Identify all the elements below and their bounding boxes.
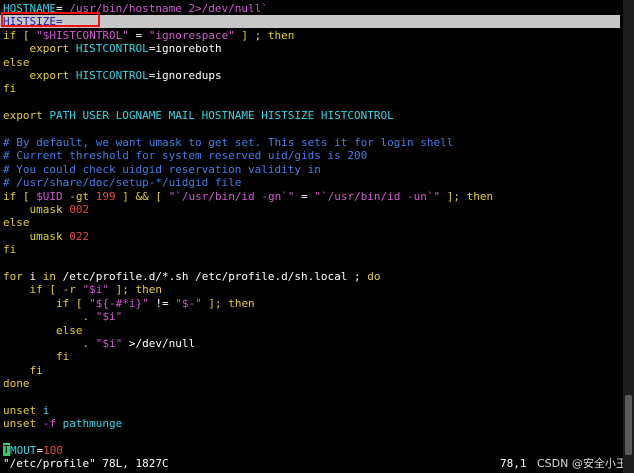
code-token: PATH USER LOGNAME MAIL HOSTNAME HISTSIZE… [49,109,394,123]
code-token: do [367,270,381,283]
code-token: export [3,42,76,56]
code-line: fi [3,363,43,377]
code-line: unset -f pathmunge [3,417,122,430]
code-token: i [29,270,43,283]
code-token: in [42,270,63,283]
code-token: "$HISTCONTROL" [36,28,129,42]
code-token: /etc/profile.d/*.sh /etc/profile.d/sh.lo… [62,270,368,283]
code-token: 002 [69,203,90,216]
code-token: # You could check uidgid reservation val… [3,162,321,176]
code-token: HISTCONTROL [75,42,149,56]
code-line: else [3,56,30,69]
code-line: . "$i" [3,310,122,323]
code-token: done [3,377,30,391]
vertical-scrollbar[interactable] [623,0,634,473]
code-token: "$i" [82,283,109,297]
code-line: if [ -r "$i" ]; then [3,283,162,297]
code-token: . [3,337,96,350]
code-line: else [3,323,83,337]
code-token: export [3,69,76,82]
code-line: else [3,216,30,229]
code-token: $UID [36,189,63,203]
scrollbar-thumb[interactable] [625,395,632,455]
terminal-window[interactable]: HOSTNAME= /usr/bin/hostname 2>/dev/null`… [0,0,634,473]
code-token: . [3,310,96,324]
code-token: ]; then [201,296,255,310]
code-line: unset i [3,404,49,417]
code-token: "$i" [95,310,123,324]
code-token: unset [3,404,43,417]
code-line: fi [3,82,16,95]
code-line: export PATH USER LOGNAME MAIL HOSTNAME H… [3,109,394,122]
code-line: done [3,377,30,390]
code-token: "$-" [175,296,202,310]
cursor-char: T [3,443,10,456]
code-token: = [294,189,315,203]
code-token: if [ [3,28,37,42]
code-token: "${-#*i}" [89,296,149,310]
status-cursor-position: 78,1 [500,457,527,470]
code-line: if [ "$HISTCONTROL" = "ignorespace" ] ; … [3,29,294,42]
code-token: pathmunge [62,417,123,431]
code-token: umask [3,203,70,216]
code-token: >/dev/null [122,337,196,350]
code-token: if [ -r [3,283,83,297]
code-line: # Current threshold for system reserved … [3,149,367,162]
code-token: else [3,323,83,337]
text-cursor: T [3,443,10,456]
code-token: for [3,270,30,283]
code-line: export HISTCONTROL=ignoredups [3,69,222,82]
code-token: HISTCONTROL [75,69,149,82]
code-token: =ignoredups [148,69,222,82]
code-line: for i in /etc/profile.d/*.sh /etc/profil… [3,270,381,283]
code-line: # By default, we want umask to get set. … [3,136,453,149]
code-token: if [ [3,296,90,310]
code-line: if [ $UID -gt 199 ] && [ "`/usr/bin/id -… [3,190,493,203]
code-token: -gt [62,189,96,203]
code-token: i [42,404,50,417]
code-token: "ignorespace" [148,28,235,42]
code-token: fi [3,243,17,257]
code-line: if [ "${-#*i}" != "$-" ]; then [3,297,255,310]
code-token: ]; then [108,283,162,297]
code-token: else [3,55,30,69]
code-token: "`/usr/bin/id -gn`" [168,189,295,203]
code-line: umask 022 [3,230,89,243]
code-token: if [ [3,189,37,203]
code-line: export HISTCONTROL=ignoreboth [3,42,222,56]
code-token: "$i" [95,337,123,350]
code-token: fi [3,363,43,377]
code-token: -f [42,417,63,431]
code-token: # By default, we want umask to get set. … [3,136,454,149]
code-line: fi [3,243,16,256]
code-line: umask 002 [3,203,89,216]
code-line: # You could check uidgid reservation val… [3,163,321,176]
code-token: unset [3,417,43,431]
code-token: 199 [95,189,116,203]
status-file-info: "/etc/profile" 78L, 1827C [3,457,169,470]
code-token: = [128,28,149,42]
csdn-watermark: CSDN @安全小王 [537,457,627,470]
code-line: # /usr/share/doc/setup-*/uidgid file [3,176,241,189]
code-token: "`/usr/bin/id -un`" [314,189,441,203]
code-token: fi [3,82,17,96]
code-token: =ignoreboth [148,42,222,56]
code-token: ]; then [440,189,494,203]
red-annotation-box [1,12,100,27]
code-token: ] && [ [115,189,169,203]
code-token: # /usr/share/doc/setup-*/uidgid file [3,176,242,190]
code-line: fi [3,350,69,363]
code-token: export [3,109,50,123]
code-token: fi [3,350,70,364]
code-token: # Current threshold for system reserved … [3,149,368,163]
code-line: . "$i" >/dev/null [3,337,195,350]
code-token: umask [3,229,70,243]
code-token: != [148,296,176,310]
code-token: ] ; then [234,28,295,42]
code-token: 022 [69,229,90,243]
vim-status-line: "/etc/profile" 78L, 1827C 78,1 CSDN @安全小… [0,456,634,472]
code-token: else [3,216,30,230]
